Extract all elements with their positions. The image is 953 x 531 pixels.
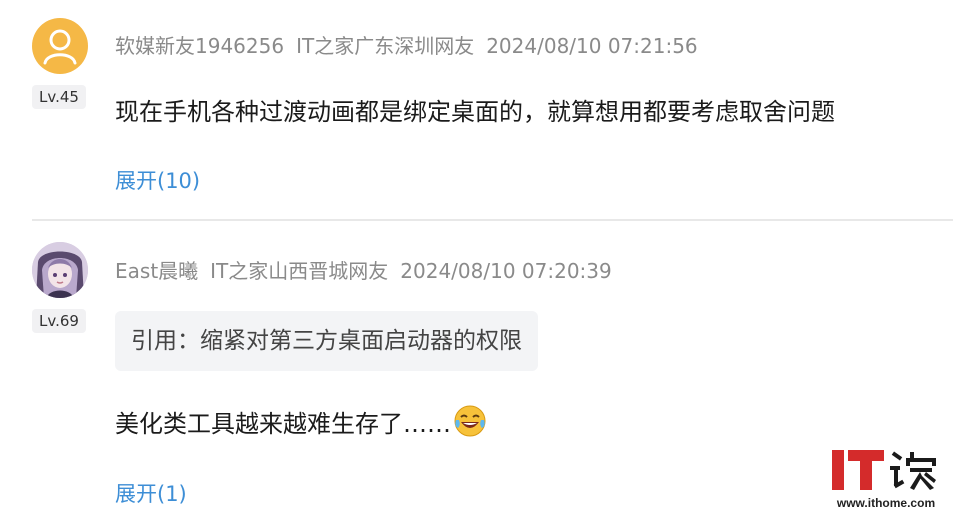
level-badge: Lv.45 (32, 85, 86, 109)
level-badge: Lv.69 (32, 309, 86, 333)
expand-replies-link[interactable]: 展开(1) (115, 478, 187, 508)
username[interactable]: 软媒新友1946256 (115, 34, 284, 58)
timestamp: 2024/08/10 07:21:56 (486, 34, 698, 58)
anime-avatar-image (32, 242, 88, 298)
user-location: IT之家广东深圳网友 (296, 34, 475, 58)
avatar[interactable] (32, 242, 88, 298)
expand-replies-link[interactable]: 展开(10) (115, 165, 200, 195)
comment-meta: 软媒新友1946256 IT之家广东深圳网友 2024/08/10 07:21:56 (115, 30, 698, 59)
comment-divider (32, 219, 953, 221)
timestamp: 2024/08/10 07:20:39 (400, 259, 612, 283)
username[interactable]: East晨曦 (115, 259, 198, 283)
user-location: IT之家山西晋城网友 (210, 259, 389, 283)
ithome-url: www.ithome.com (836, 496, 936, 510)
quoted-reply: 引用：缩紧对第三方桌面启动器的权限 (115, 311, 538, 371)
user-silhouette-icon (43, 29, 77, 65)
laughing-crying-face-icon (453, 404, 487, 438)
comment-text: 美化类工具越来越难生存了…… (115, 404, 487, 439)
comment-text-content: 美化类工具越来越难生存了…… (115, 410, 451, 438)
avatar[interactable] (32, 18, 88, 74)
comment-meta: East晨曦 IT之家山西晋城网友 2024/08/10 07:20:39 (115, 255, 612, 284)
comment-text: 现在手机各种过渡动画都是绑定桌面的，就算想用都要考虑取舍问题 (115, 98, 835, 126)
